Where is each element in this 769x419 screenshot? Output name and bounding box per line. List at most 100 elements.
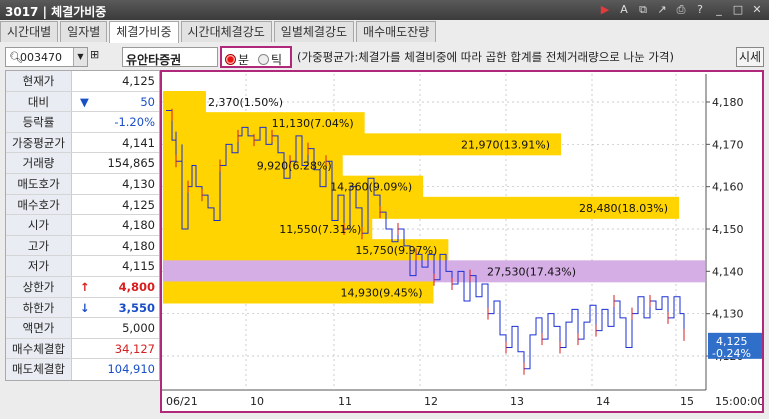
volume-bar (163, 91, 206, 113)
x-tick-label: 13 (510, 395, 524, 408)
export-icon[interactable]: ↗ (654, 2, 670, 18)
stats-row: 매수호가 4,125 (6, 194, 159, 216)
chevron-down-icon[interactable]: ▼ (73, 48, 87, 66)
weighted-avg-description: (가중평균가:체결가를 체결비중에 따라 곱한 합계를 전체거래량으로 나눈 가… (297, 50, 674, 64)
stats-row: 하한가 ↓ 3,550 (6, 297, 159, 319)
stats-value: 4,130 (122, 176, 155, 191)
toolbar: 🔍︎ 003470 ▼ ⊞ 유안타증권 분 틱 (가중평균가:체결가를 체결비중… (0, 44, 769, 70)
stock-code-input[interactable]: 🔍︎ 003470 ▼ (5, 47, 88, 67)
direction-arrow-icon: ↑ (80, 279, 90, 294)
radio-minute[interactable]: 분 (225, 51, 249, 68)
title-bar-icons: ▶ A ⧉ ↗ ⎙ ? _ □ ✕ (597, 2, 765, 18)
stats-label: 시가 (6, 215, 72, 235)
stats-value: 154,865 (107, 156, 155, 171)
stats-label: 현재가 (6, 71, 72, 91)
price-volume-chart: 4,1804,1704,1604,1504,1404,1304,12006/21… (160, 70, 764, 413)
title-bar: 3017 | 체결가비중 ▶ A ⧉ ↗ ⎙ ? _ □ ✕ (0, 0, 769, 20)
stats-value: 4,115 (122, 259, 155, 274)
font-icon[interactable]: A (616, 2, 632, 18)
stats-row: 등락률 -1.20% (6, 112, 159, 133)
chart-svg: 4,1804,1704,1604,1504,1404,1304,12006/21… (162, 74, 762, 408)
stats-label: 매수체결합 (6, 338, 72, 359)
stats-row: 매수체결합 34,127 (6, 338, 159, 360)
stock-name-field: 유안타증권 (122, 47, 218, 67)
bar-label: 11,130(7.04%) (272, 117, 354, 130)
stats-label: 거래량 (6, 153, 72, 173)
stats-value: 4,141 (122, 135, 155, 150)
x-tick-label: 15 (680, 395, 694, 408)
y-tick-label: 4,170 (712, 138, 744, 151)
tab-time-strength[interactable]: 시간대체결강도 (180, 21, 272, 42)
y-tick-label: 4,180 (712, 96, 744, 109)
stats-table: 현재가 4,125 대비 ▼ 50 등락률 -1.20% 가중평균가 4,141 거래량 154,8… (5, 70, 160, 381)
x-tick-label: 12 (424, 395, 438, 408)
stats-label: 고가 (6, 235, 72, 256)
stats-value: 5,000 (122, 321, 155, 336)
stats-label: 매도호가 (6, 173, 72, 194)
current-price-change: -0.24% (712, 347, 751, 360)
tab-price-weight[interactable]: 체결가비중 (109, 21, 179, 43)
maximize-icon[interactable]: □ (730, 2, 746, 18)
bar-label: 9,920(6.28%) (257, 160, 332, 173)
stats-row: 거래량 154,865 (6, 153, 159, 174)
stats-row: 상한가 ↑ 4,800 (6, 276, 159, 298)
search-icon: ⊞ (90, 48, 100, 61)
stats-label: 상한가 (6, 276, 72, 297)
help-icon[interactable]: ? (692, 2, 708, 18)
tab-by-day[interactable]: 일자별 (60, 21, 108, 42)
x-tick-label: 11 (338, 395, 352, 408)
stats-value: ↑ 4,800 (72, 277, 159, 297)
stats-value: 34,127 (114, 341, 155, 356)
minimize-icon[interactable]: _ (711, 2, 727, 18)
stats-label: 하한가 (6, 297, 72, 318)
stats-row: 액면가 5,000 (6, 318, 159, 339)
print-icon[interactable]: ⎙ (673, 2, 689, 18)
y-tick-label: 4,140 (712, 265, 744, 278)
stats-value: -1.20% (114, 115, 155, 130)
stats-row: 고가 4,180 (6, 235, 159, 257)
y-tick-label: 4,130 (712, 308, 744, 321)
stats-row: 현재가 4,125 (6, 71, 159, 92)
x-tick-label: 06/21 (166, 395, 198, 408)
search-button[interactable]: ⊞ (90, 48, 118, 66)
stats-value: 104,910 (107, 362, 155, 377)
sise-button[interactable]: 시세 (736, 47, 764, 67)
direction-arrow-icon: ▼ (80, 94, 89, 109)
stock-code-value: 003470 (20, 51, 62, 64)
stats-value: 4,180 (122, 218, 155, 233)
stats-row: 저가 4,115 (6, 256, 159, 277)
link-icon[interactable]: ⧉ (635, 2, 651, 18)
stats-row: 시가 4,180 (6, 215, 159, 236)
window-title: 3017 | 체결가비중 (5, 5, 107, 19)
bar-label: 27,530(17.43%) (487, 265, 576, 278)
stats-label: 등락률 (6, 112, 72, 132)
bell-icon[interactable]: ▶ (597, 2, 613, 18)
radio-on-icon (225, 54, 236, 65)
tab-daily-strength[interactable]: 일별체결강도 (273, 21, 355, 42)
bar-label: 2,370(1.50%) (208, 96, 283, 109)
stats-label: 대비 (6, 91, 72, 112)
tab-bar: 시간대별 일자별 체결가비중 시간대체결강도 일별체결강도 매수매도잔량 (0, 21, 769, 43)
x-tick-label: 15:00:00 (715, 395, 762, 408)
bar-label: 21,970(13.91%) (461, 138, 550, 151)
stats-label: 가중평균가 (6, 132, 72, 153)
stats-value: 4,125 (122, 74, 155, 88)
bar-label: 11,550(7.31%) (279, 223, 361, 236)
stats-value: ↓ 3,550 (72, 298, 159, 318)
tab-by-time[interactable]: 시간대별 (0, 21, 59, 42)
interval-radio-group: 분 틱 (220, 46, 292, 68)
y-tick-label: 4,150 (712, 223, 744, 236)
radio-tick[interactable]: 틱 (258, 51, 282, 68)
stats-label: 매수호가 (6, 194, 72, 215)
close-icon[interactable]: ✕ (749, 2, 765, 18)
stats-row: 매도호가 4,130 (6, 173, 159, 195)
bar-label: 14,930(9.45%) (340, 287, 422, 300)
x-tick-label: 14 (596, 395, 610, 408)
tab-order-balance[interactable]: 매수매도잔량 (356, 21, 437, 42)
stock-name: 유안타증권 (126, 53, 182, 67)
stats-row: 가중평균가 4,141 (6, 132, 159, 154)
stats-value: 4,180 (122, 238, 155, 253)
bar-label: 15,750(9.97%) (355, 244, 437, 257)
bar-label: 28,480(18.03%) (579, 202, 668, 215)
x-tick-label: 10 (250, 395, 264, 408)
